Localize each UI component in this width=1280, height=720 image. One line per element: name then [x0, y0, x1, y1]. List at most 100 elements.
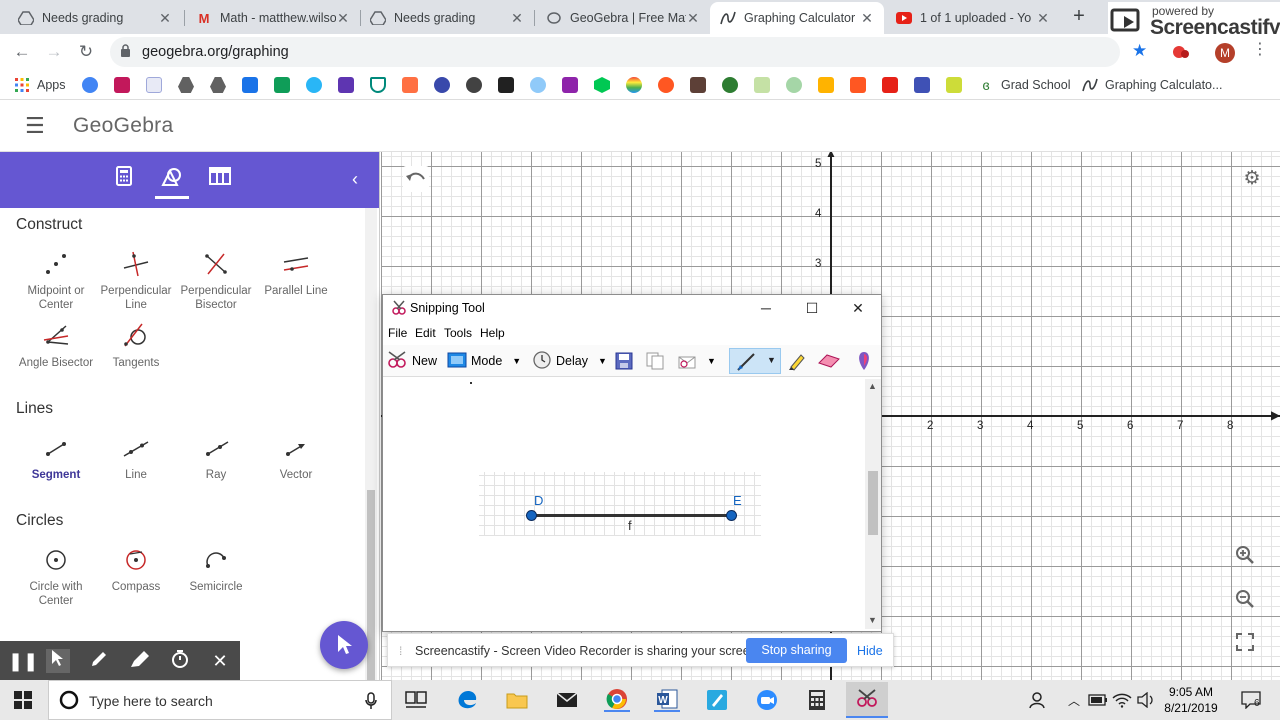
file-explorer-icon[interactable] — [504, 688, 530, 712]
bookmark-favicon[interactable] — [914, 76, 937, 94]
close-icon[interactable]: ✕ — [510, 10, 524, 27]
bookmark-favicon[interactable] — [754, 76, 777, 94]
bookmark-favicon[interactable] — [370, 76, 393, 94]
kebab-menu-icon[interactable]: ⋮ — [1252, 42, 1268, 58]
menu-file[interactable]: File — [388, 326, 407, 340]
tab-youtube[interactable]: 1 of 1 uploaded - Yo ✕ — [886, 2, 1060, 34]
snip-scrollbar[interactable]: ▲ ▼ — [865, 379, 881, 629]
tool-tangents[interactable]: Tangents — [96, 322, 176, 370]
paint3d-icon[interactable] — [856, 350, 872, 372]
scroll-down-icon[interactable]: ▼ — [868, 615, 877, 625]
task-view-icon[interactable] — [403, 688, 429, 712]
scrollbar-thumb[interactable] — [868, 471, 878, 535]
bookmark-favicon[interactable] — [882, 76, 905, 94]
snipping-tool-titlebar[interactable]: Snipping Tool ─ ☐ ✕ — [383, 295, 881, 321]
panel-scrollbar[interactable] — [365, 208, 377, 680]
extension-icon[interactable] — [1172, 44, 1190, 60]
volume-icon[interactable] — [1133, 688, 1159, 712]
bookmark-favicon[interactable] — [594, 76, 617, 94]
back-icon[interactable]: ← — [12, 42, 32, 62]
bookmark-favicon[interactable] — [626, 76, 649, 94]
close-icon[interactable]: ✕ — [835, 297, 881, 319]
bookmark-favicon[interactable] — [722, 76, 745, 94]
bookmark-favicon[interactable] — [210, 76, 233, 94]
snipping-tool-taskbar-icon[interactable] — [846, 682, 888, 718]
highlighter-icon[interactable] — [787, 350, 807, 372]
tool-compass[interactable]: Compass — [96, 546, 176, 594]
copy-icon[interactable] — [646, 350, 664, 372]
profile-avatar[interactable]: M — [1215, 43, 1235, 63]
undo-icon[interactable] — [403, 166, 429, 192]
bookmark-apps[interactable]: Apps — [14, 76, 66, 94]
close-icon[interactable]: ✕ — [336, 10, 350, 27]
bookmark-favicon[interactable] — [498, 76, 521, 94]
bookmark-favicon[interactable] — [562, 76, 585, 94]
action-center-icon[interactable]: 6 — [1238, 688, 1264, 712]
bookmark-favicon[interactable] — [82, 76, 105, 94]
tool-vector[interactable]: Vector — [256, 434, 336, 482]
bookmark-favicon[interactable] — [658, 76, 681, 94]
wifi-icon[interactable] — [1109, 688, 1135, 712]
cursor-icon[interactable] — [46, 649, 70, 673]
new-tab-button[interactable]: + — [1068, 6, 1090, 28]
bookmark-favicon[interactable] — [850, 76, 873, 94]
menu-tools[interactable]: Tools — [444, 326, 472, 340]
new-snip-button[interactable]: New — [387, 350, 437, 372]
tool-semicircle[interactable]: Semicircle — [176, 546, 256, 594]
close-icon[interactable]: ✕ — [1036, 10, 1050, 27]
minimize-icon[interactable]: ─ — [743, 297, 789, 319]
tool-ray[interactable]: Ray — [176, 434, 256, 482]
snip-canvas[interactable]: D E f — [385, 379, 865, 629]
zoom-out-icon[interactable] — [1232, 589, 1258, 615]
tool-midpoint[interactable]: Midpoint or Center — [16, 250, 96, 312]
bookmark-favicon[interactable] — [242, 76, 265, 94]
bookmark-graphing-calculator[interactable]: Graphing Calculato... — [1082, 76, 1222, 94]
tool-angle-bisector[interactable]: Angle Bisector — [16, 322, 96, 370]
menu-help[interactable]: Help — [480, 326, 505, 340]
tool-perpendicular-line[interactable]: Perpendicular Line — [96, 250, 176, 312]
bookmark-favicon[interactable] — [690, 76, 713, 94]
hide-button[interactable]: Hide — [857, 644, 883, 658]
bookmark-grad-school[interactable]: ɞ Grad School — [978, 76, 1070, 94]
tool-perpendicular-bisector[interactable]: Perpendicular Bisector — [176, 250, 256, 312]
tab-graphing-calculator[interactable]: Graphing Calculator ✕ — [710, 2, 884, 34]
edge-browser-icon[interactable] — [454, 688, 480, 712]
floating-cursor-button[interactable] — [320, 621, 368, 669]
tool-parallel-line[interactable]: Parallel Line — [256, 250, 336, 298]
close-icon[interactable]: ✕ — [860, 10, 874, 27]
tab-needs-grading-1[interactable]: Needs grading ✕ — [8, 2, 182, 34]
address-bar[interactable]: geogebra.org/graphing ★ — [110, 37, 1147, 67]
drag-handle-icon[interactable]: ⁞ — [399, 644, 402, 658]
tool-segment[interactable]: Segment — [16, 434, 96, 482]
tool-circle-with-center[interactable]: Circle with Center — [16, 546, 96, 608]
menu-edit[interactable]: Edit — [415, 326, 436, 340]
table-tab-icon[interactable] — [207, 166, 233, 192]
reload-icon[interactable]: ↻ — [76, 42, 96, 62]
close-icon[interactable]: ✕ — [158, 10, 172, 27]
bookmark-favicon[interactable] — [402, 76, 425, 94]
bookmark-star-icon[interactable]: ★ — [1132, 41, 1147, 61]
notes-app-icon[interactable] — [704, 688, 730, 712]
bookmark-favicon[interactable] — [946, 76, 969, 94]
pen-button[interactable]: ▼ — [729, 348, 781, 374]
scrollbar-thumb[interactable] — [367, 490, 375, 680]
close-icon[interactable]: ✕ — [686, 10, 700, 27]
bookmark-favicon[interactable] — [818, 76, 841, 94]
bookmark-favicon[interactable] — [466, 76, 489, 94]
calculator-tab-icon[interactable] — [111, 166, 137, 192]
battery-icon[interactable] — [1085, 688, 1111, 712]
hamburger-menu-icon[interactable]: ☰ — [25, 115, 45, 137]
bookmark-favicon[interactable] — [274, 76, 297, 94]
forward-icon[interactable]: → — [44, 42, 64, 62]
microphone-icon[interactable] — [365, 692, 377, 715]
snipping-tool-window[interactable]: Snipping Tool ─ ☐ ✕ File Edit Tools Help… — [382, 294, 882, 632]
delay-button[interactable]: Delay ▼ — [533, 350, 607, 372]
word-icon[interactable]: W — [654, 688, 680, 712]
tool-line[interactable]: Line — [96, 434, 176, 482]
stop-sharing-button[interactable]: Stop sharing — [746, 638, 847, 663]
scroll-up-icon[interactable]: ▲ — [868, 381, 877, 391]
eraser-icon[interactable] — [817, 350, 841, 372]
bookmark-favicon[interactable] — [114, 76, 137, 94]
windows-start-icon[interactable] — [10, 688, 36, 712]
calculator-app-icon[interactable] — [804, 688, 830, 712]
